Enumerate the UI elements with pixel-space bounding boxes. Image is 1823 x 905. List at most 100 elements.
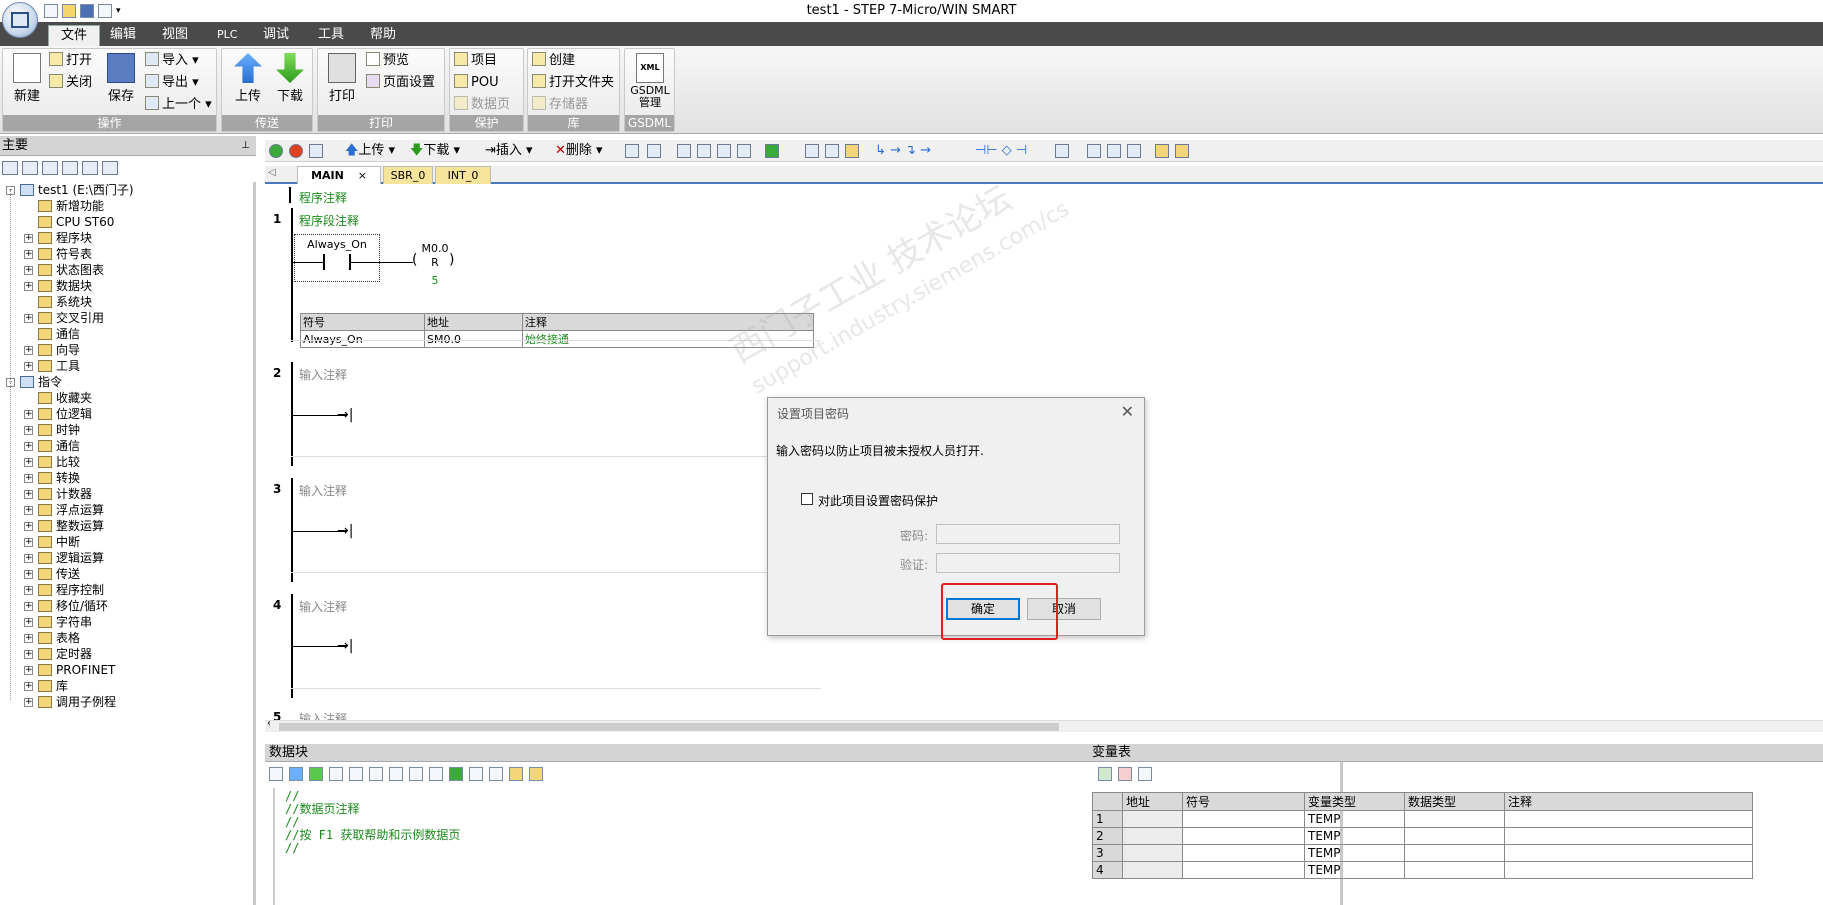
expand-icon[interactable]: +: [24, 618, 33, 627]
tree-item[interactable]: + 移位/循环: [24, 598, 108, 614]
password-protect-checkbox[interactable]: [801, 493, 813, 505]
list-icon[interactable]: [42, 161, 58, 175]
expand-icon[interactable]: +: [24, 650, 33, 659]
table-row[interactable]: 2 TEMP: [1092, 827, 1753, 845]
tree-item[interactable]: + 程序块: [24, 230, 92, 246]
tree-item[interactable]: + 位逻辑: [24, 406, 92, 422]
export-button[interactable]: 导出 ▾: [145, 73, 199, 93]
menu-view[interactable]: 视图: [150, 25, 200, 46]
expand-icon[interactable]: +: [24, 538, 33, 547]
var-table-cell[interactable]: [1182, 827, 1305, 845]
expand-icon[interactable]: +: [24, 506, 33, 515]
tree-item[interactable]: + 数据块: [24, 278, 92, 294]
var-table-cell[interactable]: TEMP: [1304, 827, 1405, 845]
var-table-cell[interactable]: [1122, 844, 1183, 862]
delete-row-icon[interactable]: [349, 767, 363, 781]
var-table-cell[interactable]: [1182, 844, 1305, 862]
tree-item[interactable]: + 中断: [24, 534, 80, 550]
var-table-cell[interactable]: [1122, 861, 1183, 879]
bookmark-icon[interactable]: [489, 767, 503, 781]
tab-scroll-left-icon[interactable]: ◁: [268, 167, 276, 178]
expand-icon[interactable]: +: [24, 474, 33, 483]
view-icon[interactable]: [2, 161, 18, 175]
expand-icon[interactable]: +: [24, 442, 33, 451]
key-toolbar-icon[interactable]: [1155, 144, 1169, 158]
var-table-cell[interactable]: TEMP: [1304, 844, 1405, 862]
block-2-icon[interactable]: [697, 144, 711, 158]
preview-button[interactable]: 预览: [366, 51, 409, 71]
expand-icon[interactable]: +: [24, 282, 33, 291]
network-icon[interactable]: [625, 144, 639, 158]
tree-item[interactable]: + 转换: [24, 470, 80, 486]
table-icon[interactable]: [22, 161, 38, 175]
library-create-button[interactable]: 创建: [532, 51, 575, 71]
var-table-cell[interactable]: [1504, 827, 1753, 845]
var-table-cell[interactable]: [1404, 810, 1505, 828]
toolbar-download-button[interactable]: 🡇下载 ▾: [410, 143, 460, 159]
expand-icon[interactable]: +: [24, 682, 33, 691]
wire-end-arrow-icon[interactable]: →|: [337, 638, 353, 654]
expand-icon[interactable]: +: [24, 522, 33, 531]
document-icon[interactable]: [62, 161, 78, 175]
tree-item[interactable]: + 程序控制: [24, 582, 104, 598]
upload-icon[interactable]: [289, 767, 303, 781]
network-title[interactable]: 输入注释: [299, 710, 347, 720]
delete-row-icon[interactable]: [1118, 767, 1132, 781]
password-protect-label[interactable]: 对此项目设置密码保护: [818, 492, 938, 509]
tree-item[interactable]: + 向导: [24, 342, 80, 358]
close-button[interactable]: 关闭: [49, 73, 92, 93]
network-title[interactable]: 输入注释: [299, 482, 347, 499]
tree-item[interactable]: + 浮点运算: [24, 502, 104, 518]
tree-item[interactable]: + 调用子例程: [24, 694, 116, 710]
expand-icon[interactable]: +: [24, 250, 33, 259]
pin-icon[interactable]: ⊥: [241, 136, 250, 156]
var-table-cell[interactable]: [1504, 861, 1753, 879]
scroll-thumb[interactable]: [279, 723, 1059, 731]
var-table-cell[interactable]: [1122, 827, 1183, 845]
library-memory-button[interactable]: 存储器: [532, 95, 588, 115]
expand-icon[interactable]: +: [24, 362, 33, 371]
tree-item[interactable]: + 整数运算: [24, 518, 104, 534]
menu-tools[interactable]: 工具: [306, 25, 356, 46]
wire-end-arrow-icon[interactable]: →|: [337, 523, 353, 539]
upload-button[interactable]: 上传: [228, 53, 268, 104]
table-row[interactable]: 1 TEMP: [1092, 810, 1753, 828]
tree-item[interactable]: + 定时器: [24, 646, 92, 662]
print-button[interactable]: 打印: [322, 53, 362, 104]
library-open-folder-button[interactable]: 打开文件夹: [532, 73, 614, 93]
tree-item[interactable]: + 库: [24, 678, 68, 694]
previous-button[interactable]: 上一个 ▾: [145, 95, 212, 115]
expand-icon[interactable]: +: [24, 586, 33, 595]
tree-item[interactable]: - 指令: [6, 374, 62, 390]
tree-item[interactable]: + 状态图表: [24, 262, 104, 278]
tree-item[interactable]: + 工具: [24, 358, 80, 374]
network-2-icon[interactable]: [647, 144, 661, 158]
expand-icon[interactable]: +: [24, 698, 33, 707]
tree-item[interactable]: 新增功能: [38, 198, 104, 214]
download-icon[interactable]: [309, 767, 323, 781]
tree-item[interactable]: + 表格: [24, 630, 80, 646]
block-delete-icon[interactable]: [429, 767, 443, 781]
expand-icon[interactable]: +: [24, 266, 33, 275]
dialog-close-icon[interactable]: ✕: [1121, 402, 1134, 421]
tree-item[interactable]: + 比较: [24, 454, 80, 470]
tab-main[interactable]: MAIN ×: [297, 166, 381, 184]
tree-item[interactable]: + 计数器: [24, 486, 92, 502]
tree-item[interactable]: + 时钟: [24, 422, 80, 438]
gsdml-manage-button[interactable]: XML GSDML 管理: [629, 53, 671, 109]
verify-field[interactable]: [936, 553, 1120, 573]
expand-icon[interactable]: +: [24, 234, 33, 243]
edit-icon[interactable]: [1107, 144, 1121, 158]
var-table-cell[interactable]: [1504, 844, 1753, 862]
block-2-icon[interactable]: [389, 767, 403, 781]
var-table-cell[interactable]: TEMP: [1304, 810, 1405, 828]
insert-row-icon[interactable]: [1098, 767, 1112, 781]
scroll-left-icon[interactable]: ‹: [267, 718, 271, 729]
editor-horizontal-scrollbar[interactable]: ‹: [265, 718, 1823, 732]
expand-icon[interactable]: +: [24, 570, 33, 579]
menu-edit[interactable]: 编辑: [98, 25, 148, 46]
var-table-cell[interactable]: [1404, 861, 1505, 879]
box-icon[interactable]: [1055, 144, 1069, 158]
save-button[interactable]: 保存: [101, 53, 141, 104]
tree-item[interactable]: + 字符串: [24, 614, 92, 630]
